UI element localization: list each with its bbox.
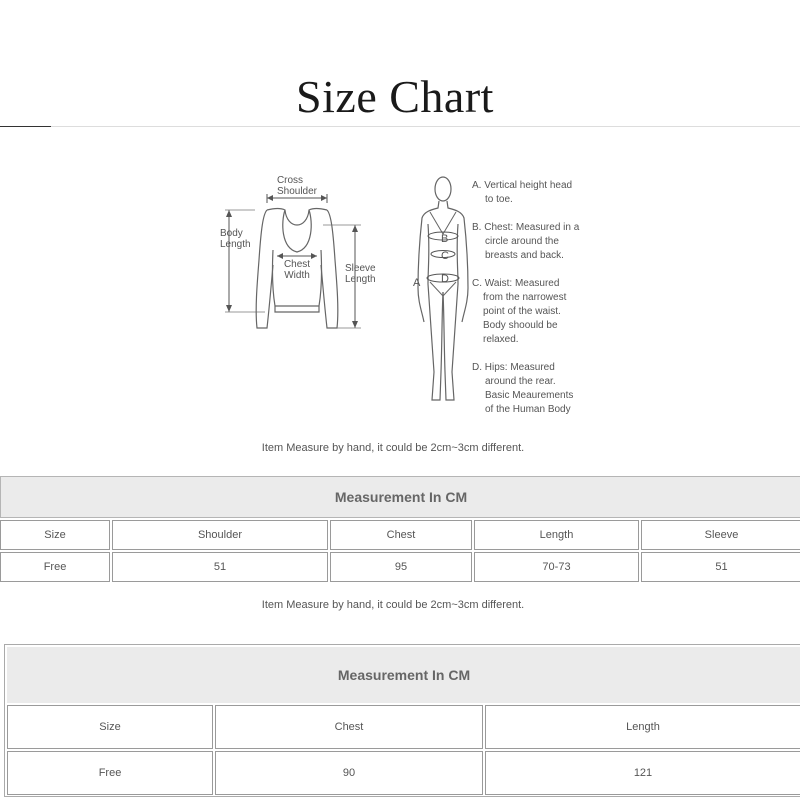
legend-b-3: breasts and back. xyxy=(485,250,564,261)
table-header: Measurement In CM xyxy=(7,647,800,703)
measure-note: Item Measure by hand, it could be 2cm~3c… xyxy=(261,442,525,454)
column-header-size: Size xyxy=(7,705,213,749)
legend-c-5: relaxed. xyxy=(483,334,519,345)
cell-size: Free xyxy=(0,552,110,582)
legend-c-1: C. Waist: Measured xyxy=(472,278,559,289)
body-length-label-1: Body xyxy=(220,228,243,239)
table-row: Free 90 121 xyxy=(7,751,800,795)
legend-d-2: around the rear. xyxy=(485,376,556,387)
sweater-measure-diagram: Cross Shoulder Body Length Chest Width S… xyxy=(220,175,376,329)
chest-width-label-2: Width xyxy=(284,270,310,281)
cell-shoulder: 51 xyxy=(112,552,328,582)
column-header-chest: Chest xyxy=(330,520,472,550)
column-header-sleeve: Sleeve xyxy=(641,520,800,550)
cell-chest: 90 xyxy=(215,751,483,795)
column-header-size: Size xyxy=(0,520,110,550)
cell-length: 121 xyxy=(485,751,800,795)
title-rule-accent xyxy=(0,126,51,127)
measurement-legend: A. Vertical height head to toe. B. Chest… xyxy=(472,180,580,415)
cell-chest: 95 xyxy=(330,552,472,582)
size-table-2: Measurement In CM Size Chest Length Free… xyxy=(4,644,800,797)
legend-a-1: A. Vertical height head xyxy=(472,180,572,191)
legend-b-1: B. Chest: Measured in a xyxy=(472,222,580,233)
page-title: Size Chart xyxy=(296,71,494,122)
legend-d-3: Basic Meaurements xyxy=(485,390,573,401)
legend-c-3: point of the waist. xyxy=(483,306,561,317)
cell-sleeve: 51 xyxy=(641,552,800,582)
legend-d-1: D. Hips: Measured xyxy=(472,362,555,373)
cell-size: Free xyxy=(7,751,213,795)
marker-b: B xyxy=(441,233,448,245)
marker-c: C xyxy=(441,250,449,262)
body-measure-diagram: B C D A xyxy=(413,176,469,401)
column-header-chest: Chest xyxy=(215,705,483,749)
sleeve-length-label-1: Sleeve xyxy=(345,263,376,274)
table-header: Measurement In CM xyxy=(0,476,800,518)
cross-shoulder-label-2: Shoulder xyxy=(277,186,318,197)
legend-a-2: to toe. xyxy=(485,194,513,205)
cell-length: 70-73 xyxy=(474,552,639,582)
column-header-length: Length xyxy=(485,705,800,749)
measure-note-2: Item Measure by hand, it could be 2cm~3c… xyxy=(261,599,525,611)
title-rule xyxy=(51,126,800,127)
marker-a: A xyxy=(413,277,421,289)
legend-c-2: from the narrowest xyxy=(483,292,567,303)
size-table-1: Measurement In CM Size Shoulder Chest Le… xyxy=(0,474,800,584)
sleeve-length-label-2: Length xyxy=(345,274,376,285)
legend-b-2: circle around the xyxy=(485,236,559,247)
chest-width-label-1: Chest xyxy=(284,259,310,270)
marker-d: D xyxy=(441,273,449,285)
column-header-shoulder: Shoulder xyxy=(112,520,328,550)
legend-d-4: of the Human Body xyxy=(485,404,571,415)
body-length-label-2: Length xyxy=(220,239,251,250)
column-header-length: Length xyxy=(474,520,639,550)
table-row: Free 51 95 70-73 51 xyxy=(0,552,800,582)
legend-c-4: Body shoould be xyxy=(483,320,558,331)
cross-shoulder-label-1: Cross xyxy=(277,175,303,186)
